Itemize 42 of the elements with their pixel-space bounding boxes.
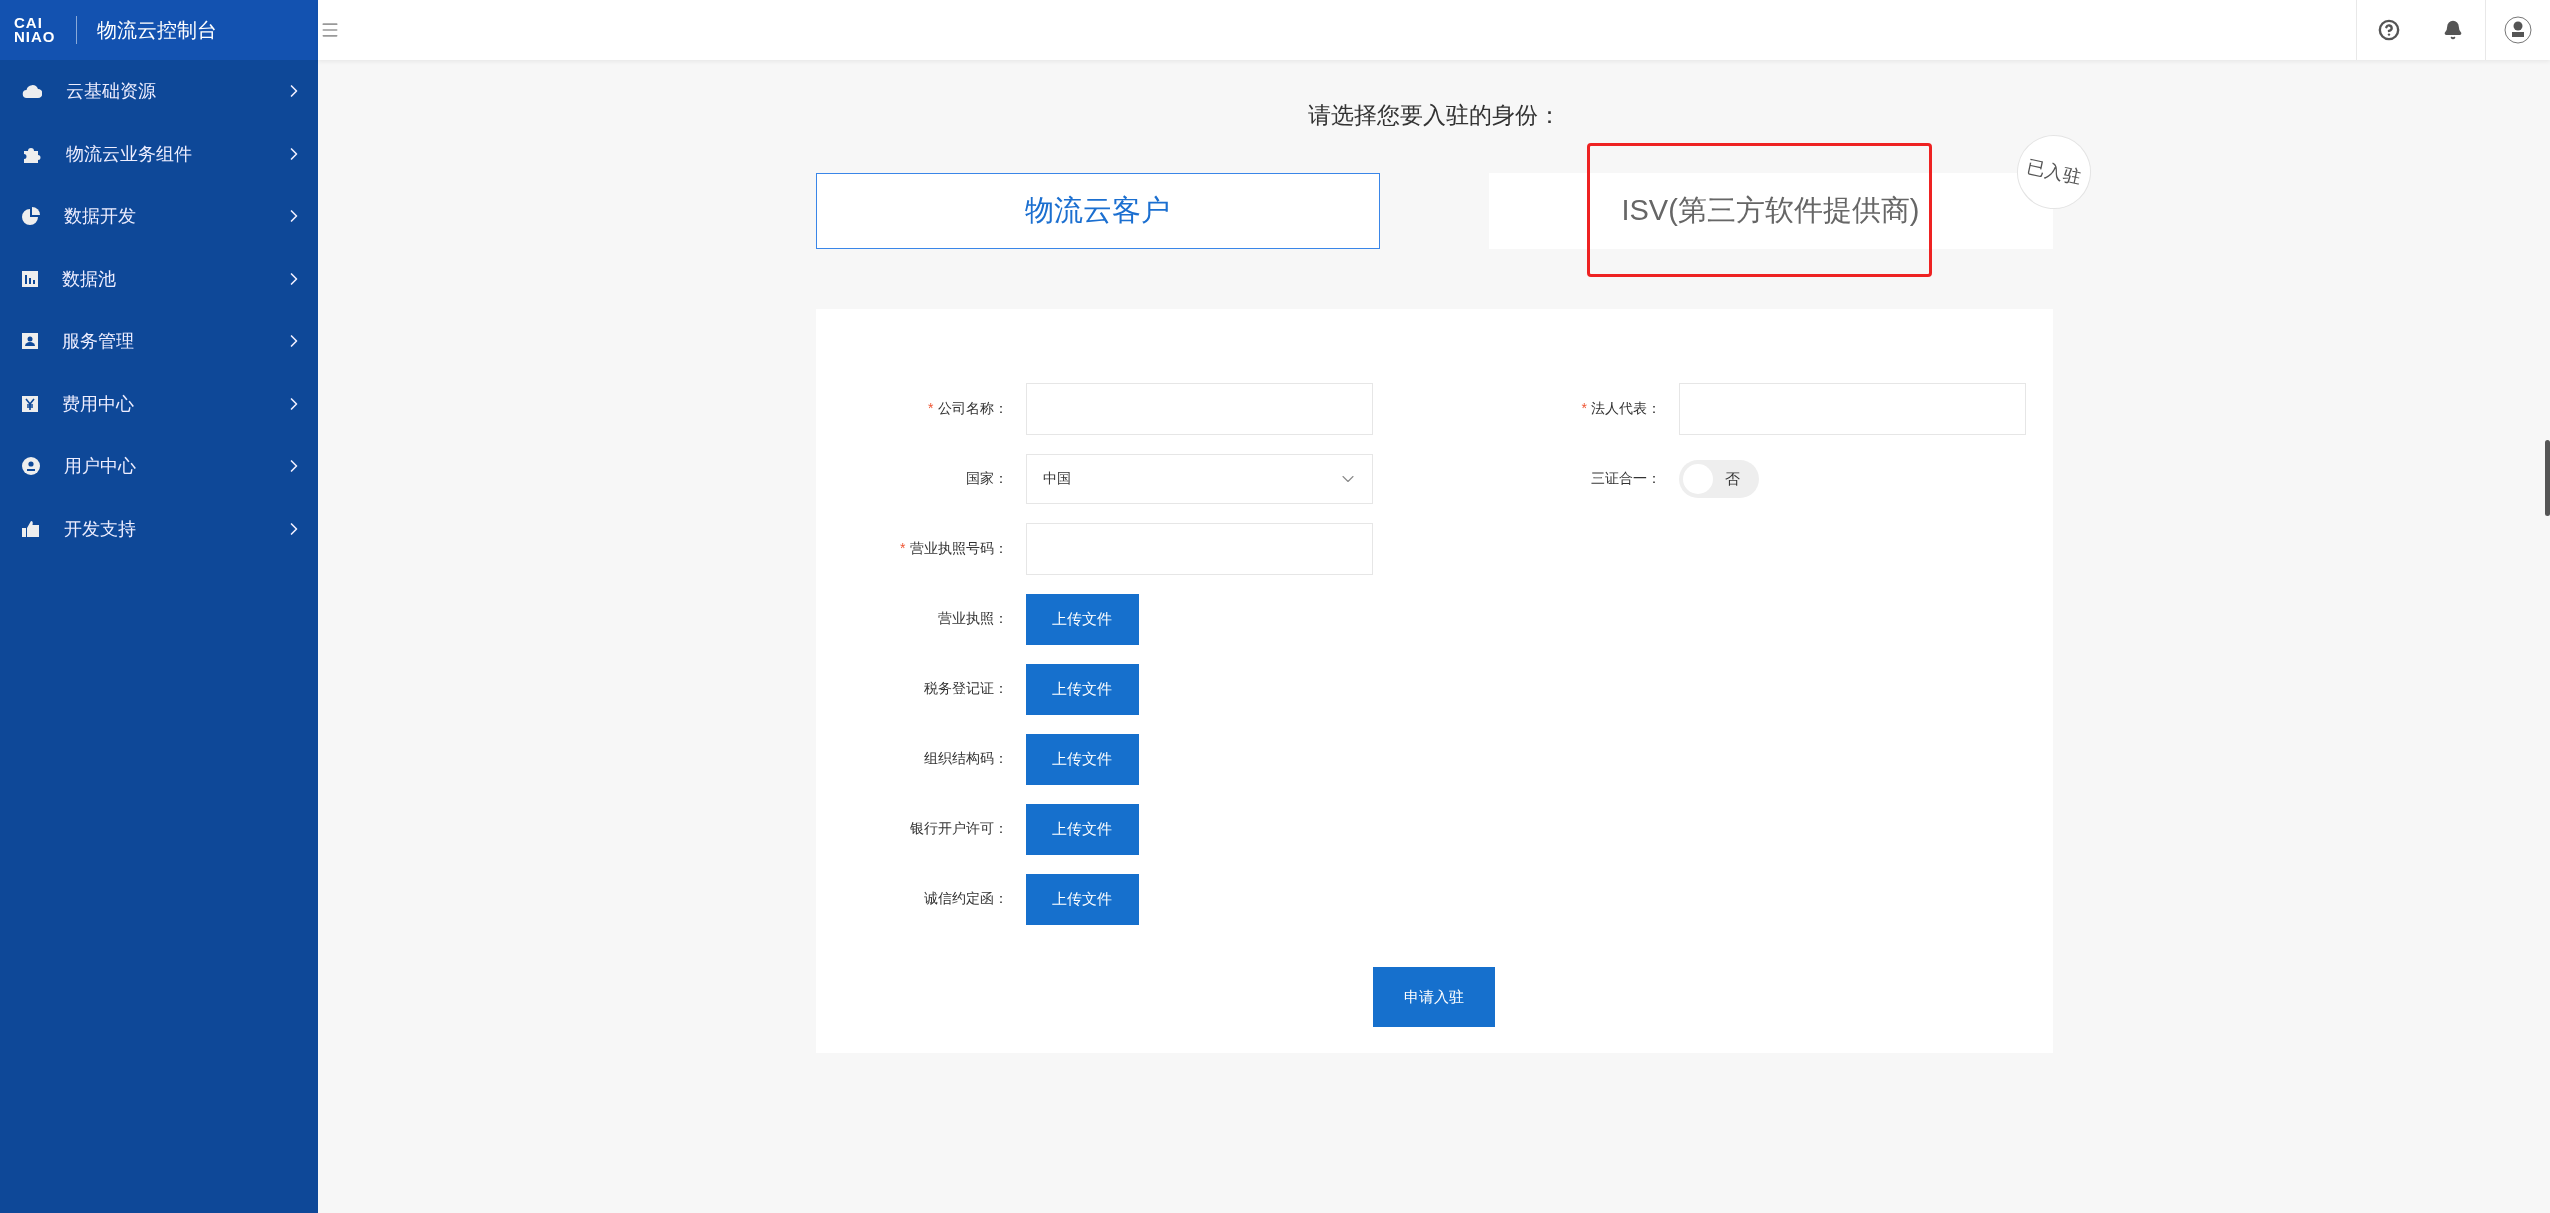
user-icon (22, 457, 40, 476)
bars-icon (22, 270, 38, 287)
upload-button[interactable]: 上传文件 (1025, 663, 1139, 715)
pie-icon (22, 207, 40, 226)
field-label: 三证合一： (1590, 470, 1662, 488)
toggle-switch[interactable]: 否 (1679, 460, 1759, 498)
field-label: 诚信约定函： (922, 890, 1009, 908)
field-label: 国家： (964, 470, 1009, 488)
text-input[interactable] (1025, 383, 1373, 435)
upload-button[interactable]: 上传文件 (1025, 733, 1139, 785)
upload-button[interactable]: 上传文件 (1025, 593, 1139, 645)
identity-prompt: 请选择您要入驻的身份： (1306, 101, 1562, 130)
field-label: * 营业执照号码： (899, 540, 1009, 558)
sidebar-item[interactable]: 费用中心 (0, 372, 318, 435)
sidebar-item[interactable]: 开发支持 (0, 497, 318, 560)
cloud-icon (22, 83, 42, 100)
field-label: 营业执照： (936, 610, 1009, 628)
menu-icon[interactable] (320, 20, 340, 40)
field-label: 银行开户许可： (908, 820, 1009, 838)
field-label: 组织结构码： (922, 750, 1009, 768)
upload-button[interactable]: 上传文件 (1025, 803, 1139, 855)
yen-icon (22, 395, 38, 412)
sidebar-item[interactable]: 数据开发 (0, 185, 318, 248)
submit-button[interactable]: 申请入驻 (1373, 967, 1495, 1027)
text-input[interactable] (1025, 523, 1373, 575)
field-label: * 公司名称： (927, 400, 1009, 418)
text-input[interactable] (1679, 383, 2026, 435)
scrollbar-thumb[interactable] (2545, 440, 2550, 516)
sidebar-item[interactable]: 数据池 (0, 247, 318, 310)
field-label: 税务登记证： (922, 680, 1009, 698)
person-card-icon (22, 333, 38, 350)
sidebar-item[interactable]: 物流云业务组件 (0, 122, 318, 185)
field-label: * 法人代表： (1580, 400, 1662, 418)
sidebar-item[interactable]: 服务管理 (0, 310, 318, 373)
sidebar-item[interactable]: 用户中心 (0, 435, 318, 498)
sidebar-item[interactable]: 云基础资源 (0, 60, 318, 123)
console-title: 物流云控制台 (96, 17, 217, 43)
identity-option[interactable]: 物流云客户 (815, 173, 1380, 249)
country-select[interactable]: 中国 (1025, 454, 1373, 504)
logo: CAI NIAO (14, 16, 77, 44)
upload-button[interactable]: 上传文件 (1025, 873, 1139, 925)
thumb-icon (22, 520, 40, 537)
